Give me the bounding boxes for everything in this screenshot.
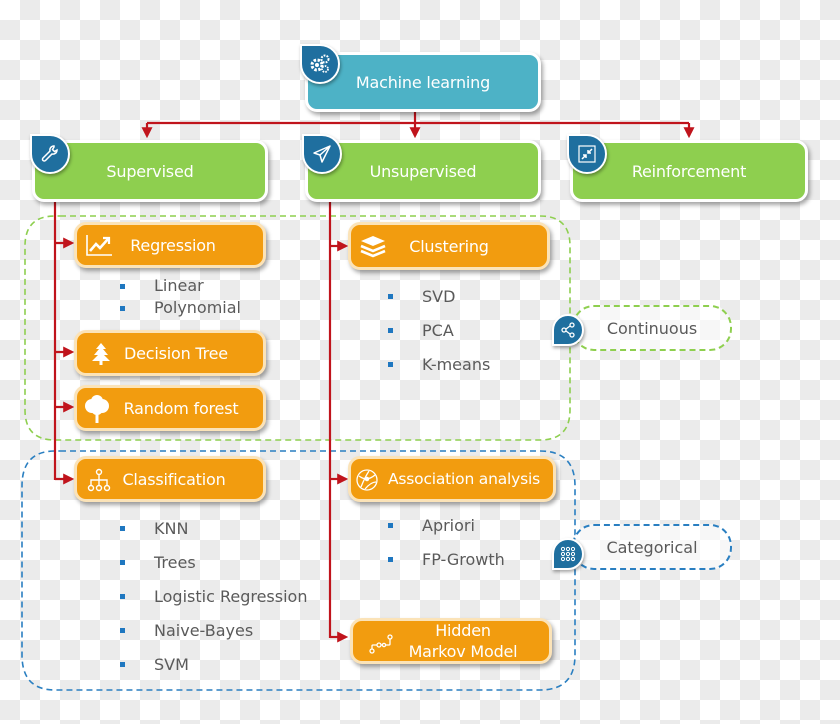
reinforcement-label: Reinforcement xyxy=(631,161,747,181)
paper-plane-icon xyxy=(302,134,342,174)
layers-icon xyxy=(359,235,387,259)
list-item: Polynomial xyxy=(120,298,241,320)
unsupervised-label: Unsupervised xyxy=(369,161,477,181)
method-hidden-markov-model[interactable]: Hidden Markov Model xyxy=(350,618,552,664)
share-icon xyxy=(552,314,584,346)
group-tag-continuous[interactable]: Continuous xyxy=(572,305,732,351)
supervised-label: Supervised xyxy=(106,161,194,181)
method-clustering[interactable]: Clustering xyxy=(348,222,550,270)
list-item: SVM xyxy=(120,654,307,688)
bullet-icon xyxy=(388,328,393,333)
hmm-label-line2: Markov Model xyxy=(408,642,518,661)
regression-label: Regression xyxy=(130,235,216,255)
root-label: Machine learning xyxy=(355,72,491,92)
list-item: K-means xyxy=(388,354,490,388)
list-item: Logistic Regression xyxy=(120,586,307,620)
clustering-label: Clustering xyxy=(409,236,489,256)
classification-label: Classification xyxy=(122,469,226,489)
path-nodes-icon xyxy=(369,631,393,655)
continuous-label: Continuous xyxy=(606,318,698,338)
bullet-icon xyxy=(120,662,125,667)
method-decision-tree[interactable]: Decision Tree xyxy=(74,330,266,376)
bullet-icon xyxy=(388,362,393,367)
method-random-forest[interactable]: Random forest xyxy=(74,385,266,431)
line-chart-icon xyxy=(85,233,113,257)
list-item: FP-Growth xyxy=(388,549,505,583)
random-forest-label: Random forest xyxy=(123,398,239,418)
regression-items: Linear Polynomial xyxy=(120,276,241,320)
network-globe-icon xyxy=(355,468,379,492)
gears-icon xyxy=(300,44,340,84)
pine-tree-icon xyxy=(91,342,111,366)
method-association-analysis[interactable]: Association analysis xyxy=(348,456,556,502)
association-items: Apriori FP-Growth xyxy=(388,515,505,583)
bullet-icon xyxy=(120,594,125,599)
bullet-icon xyxy=(120,560,125,565)
categorical-label: Categorical xyxy=(606,537,698,557)
bullet-icon xyxy=(120,284,125,289)
root-node-machine-learning[interactable]: Machine learning xyxy=(305,52,541,112)
list-item: Apriori xyxy=(388,515,505,549)
decision-tree-label: Decision Tree xyxy=(124,343,228,363)
root-connector xyxy=(141,112,695,139)
bullet-icon xyxy=(120,306,125,311)
list-item: Trees xyxy=(120,552,307,586)
grid-dots-icon xyxy=(552,538,584,570)
list-item: KNN xyxy=(120,518,307,552)
list-item: Naive-Bayes xyxy=(120,620,307,654)
wrench-icon xyxy=(30,134,70,174)
group-tag-categorical[interactable]: Categorical xyxy=(572,524,732,570)
tree-icon xyxy=(83,394,111,424)
bullet-icon xyxy=(120,526,125,531)
hmm-label-line1: Hidden xyxy=(435,621,491,640)
clustering-items: SVD PCA K-means xyxy=(388,286,490,388)
list-item: PCA xyxy=(388,320,490,354)
method-regression[interactable]: Regression xyxy=(74,222,266,268)
hierarchy-icon xyxy=(87,468,111,492)
classification-items: KNN Trees Logistic Regression Naive-Baye… xyxy=(120,518,307,688)
bullet-icon xyxy=(388,294,393,299)
method-classification[interactable]: Classification xyxy=(74,456,266,502)
list-item: SVD xyxy=(388,286,490,320)
association-label: Association analysis xyxy=(388,469,540,488)
compress-arrows-icon xyxy=(567,134,607,174)
unsupervised-connector xyxy=(328,200,349,643)
bullet-icon xyxy=(388,523,393,528)
supervised-connector xyxy=(53,200,75,485)
bullet-icon xyxy=(388,557,393,562)
list-item: Linear xyxy=(120,276,241,298)
bullet-icon xyxy=(120,628,125,633)
